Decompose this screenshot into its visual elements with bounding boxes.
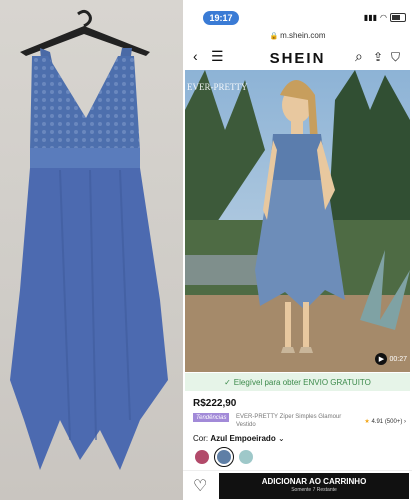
hanging-dress-image <box>10 9 168 470</box>
product-price: R$222,90 <box>193 398 237 409</box>
bottom-action-bar: ♡ ADICIONAR AO CARRINHO Somente 7 Restan… <box>183 470 412 500</box>
add-to-cart-label: ADICIONAR AO CARRINHO <box>261 477 367 486</box>
signal-icon: ▮▮▮ <box>363 13 378 22</box>
video-indicator[interactable]: ▶ 00:27 <box>375 353 407 365</box>
model-photo <box>185 70 410 372</box>
color-label: Cor: <box>193 434 209 443</box>
star-icon: ★ <box>364 419 370 425</box>
url-bar[interactable]: 🔒 m.shein.com <box>183 31 412 40</box>
color-swatch-dusty-blue[interactable] <box>214 447 234 467</box>
url-text: m.shein.com <box>280 31 326 40</box>
status-time: 19:17 <box>203 11 239 25</box>
search-icon[interactable]: ⌕ <box>355 48 363 65</box>
trend-tag: Tendências <box>193 413 230 422</box>
product-rating[interactable]: ★ 4.91 (500+) › <box>364 418 406 425</box>
status-bar: 19:17 ▮▮▮ ◠ 🔒 m.shein.com <box>183 0 412 40</box>
free-shipping-banner[interactable]: ✓ Elegível para obter ENVIO GRATUITO <box>185 373 410 391</box>
shipping-text: Elegível para obter ENVIO GRATUITO <box>233 377 371 387</box>
product-image[interactable]: EVER-PRETTY ▶ 00:27 <box>185 70 410 372</box>
phone-screen: 19:17 ▮▮▮ ◠ 🔒 m.shein.com ‹ ☰ SHEIN ⌕ ⇪ ⛉ <box>183 0 412 500</box>
product-title[interactable]: EVER-PRETTY Zíper Simples Glamour Vestid… <box>236 413 361 429</box>
chevron-right-icon: › <box>404 419 406 425</box>
color-swatch-mint[interactable] <box>239 450 253 464</box>
lock-icon: 🔒 <box>269 33 279 40</box>
color-swatch-burgundy[interactable] <box>195 450 209 464</box>
add-to-cart-button[interactable]: ADICIONAR AO CARRINHO Somente 7 Restante <box>219 473 409 499</box>
status-icons: ▮▮▮ ◠ <box>364 13 406 22</box>
site-header: ‹ ☰ SHEIN ⌕ ⇪ ⛉ <box>183 44 412 70</box>
play-icon[interactable]: ▶ <box>375 353 388 365</box>
heart-icon[interactable]: ♡ <box>193 476 207 496</box>
rating-value: 4.91 (500+) <box>371 419 403 425</box>
stock-note: Somente 7 Restante <box>291 487 337 493</box>
check-icon: ✓ <box>224 377 231 387</box>
battery-icon <box>390 13 406 22</box>
chevron-down-icon: ⌄ <box>277 434 285 443</box>
wifi-icon: ◠ <box>380 13 387 22</box>
color-selector[interactable]: Cor: Azul Empoeirado ⌄ <box>193 434 285 443</box>
video-duration: 00:27 <box>389 355 407 363</box>
share-icon[interactable]: ⇪ <box>373 50 383 64</box>
brand-watermark: EVER-PRETTY <box>187 82 248 92</box>
dress-photo <box>0 0 183 500</box>
color-value: Azul Empoeirado <box>210 434 276 443</box>
bag-icon[interactable]: ⛉ <box>391 50 400 65</box>
